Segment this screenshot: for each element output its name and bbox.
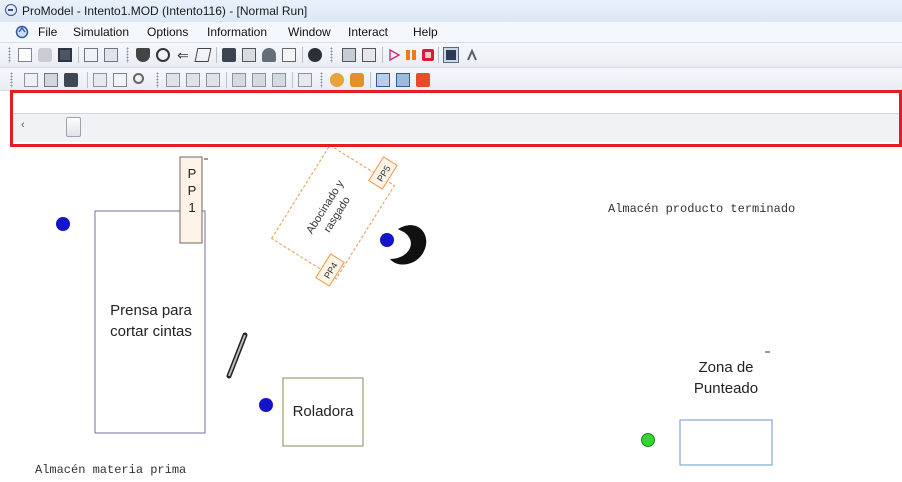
- path-network-icon[interactable]: ⇐: [176, 48, 190, 62]
- window-title: ProModel - Intento1.MOD (Intento116) - […: [22, 4, 308, 18]
- layout-tool-1-icon[interactable]: [166, 73, 180, 87]
- pp1-letter: P: [187, 183, 197, 198]
- menu-simulation[interactable]: Simulation: [73, 25, 129, 39]
- save-icon[interactable]: [58, 48, 72, 62]
- edit-view-icon[interactable]: [113, 73, 127, 87]
- menu-interact[interactable]: Interact: [348, 25, 388, 39]
- grid-icon[interactable]: [24, 73, 38, 87]
- processing-icon[interactable]: [222, 48, 236, 62]
- toolbar-grip[interactable]: [320, 72, 323, 88]
- info-icon[interactable]: [308, 48, 322, 62]
- debug-icon[interactable]: [330, 73, 344, 87]
- main-toolbar: ⇐: [0, 43, 902, 68]
- entity-blue-3[interactable]: [259, 398, 273, 412]
- entity-green[interactable]: [641, 433, 655, 447]
- toolbar-grip[interactable]: [156, 72, 159, 88]
- operator-icon[interactable]: [390, 225, 427, 265]
- pp1-label: P P 1: [187, 165, 197, 216]
- menu-options[interactable]: Options: [147, 25, 188, 39]
- window-titlebar: ProModel - Intento1.MOD (Intento116) - […: [0, 0, 902, 22]
- almacen-producto-terminado-label: Almacén producto terminado: [608, 202, 796, 216]
- pp1-letter: 1: [188, 200, 196, 215]
- entity-blue-2[interactable]: [380, 233, 394, 247]
- step-icon[interactable]: [376, 73, 390, 87]
- stop-trace-icon[interactable]: [416, 73, 430, 87]
- merge-icon[interactable]: [84, 48, 98, 62]
- roladora-label: Roladora: [292, 403, 354, 420]
- entity-blue-1[interactable]: [56, 217, 70, 231]
- attributes-icon[interactable]: [262, 48, 276, 62]
- toolbar-grip[interactable]: [330, 47, 333, 63]
- run-options-icon[interactable]: [342, 48, 356, 62]
- promodel-app-icon[interactable]: [5, 4, 17, 16]
- layout-tool-2-icon[interactable]: [186, 73, 200, 87]
- menu-window[interactable]: Window: [288, 25, 331, 39]
- toolbar-separator: [87, 72, 88, 88]
- red-highlight-box: [10, 90, 902, 147]
- run-icon[interactable]: [387, 48, 401, 62]
- output-icon[interactable]: [396, 73, 410, 87]
- stop-icon[interactable]: [421, 48, 435, 62]
- toolbar-separator: [302, 47, 303, 63]
- group-icon[interactable]: [298, 73, 312, 87]
- view-icon[interactable]: [93, 73, 107, 87]
- pause-icon[interactable]: [404, 48, 418, 62]
- model-views-icon[interactable]: [362, 48, 376, 62]
- menu-information[interactable]: Information: [207, 25, 267, 39]
- new-file-icon[interactable]: [18, 48, 32, 62]
- toolbar-separator: [78, 47, 79, 63]
- system-menu-icon[interactable]: [15, 25, 29, 39]
- animation-toggle-icon[interactable]: [443, 47, 459, 63]
- arrivals-icon[interactable]: [242, 48, 256, 62]
- locations-icon[interactable]: [136, 48, 150, 62]
- layout-settings-icon[interactable]: [64, 73, 78, 87]
- zona-punteado-location[interactable]: [679, 419, 773, 466]
- background-icon[interactable]: [44, 73, 58, 87]
- align-right-icon[interactable]: [272, 73, 286, 87]
- zona-punteado-label: Zona de Punteado: [693, 359, 759, 397]
- layout-tool-3-icon[interactable]: [206, 73, 220, 87]
- toolbar-separator: [438, 47, 439, 63]
- toolbar-grip[interactable]: [126, 47, 129, 63]
- trace-icon[interactable]: [350, 73, 364, 87]
- toolbar-grip[interactable]: [10, 72, 13, 88]
- toolbar-separator: [382, 47, 383, 63]
- layout-toolbar: [0, 68, 902, 91]
- resources-icon[interactable]: [194, 48, 212, 62]
- pp1-letter: P: [187, 166, 197, 181]
- toolbar-separator: [216, 47, 217, 63]
- almacen-materia-prima-label: Almacén materia prima: [35, 463, 187, 477]
- prensa-label: Prensa para cortar cintas: [110, 302, 192, 340]
- entities-icon[interactable]: [156, 48, 170, 62]
- open-model-icon[interactable]: [38, 48, 52, 62]
- menu-help[interactable]: Help: [413, 25, 438, 39]
- toolbar-grip[interactable]: [8, 47, 11, 63]
- align-center-icon[interactable]: [252, 73, 266, 87]
- conveyor-segment-highlight: [228, 334, 246, 377]
- menu-file[interactable]: File: [38, 25, 57, 39]
- align-left-icon[interactable]: [232, 73, 246, 87]
- zoom-icon[interactable]: [133, 73, 144, 84]
- copy-model-icon[interactable]: [104, 48, 118, 62]
- toolbar-separator: [226, 72, 227, 88]
- variables-icon[interactable]: [282, 48, 296, 62]
- toolbar-separator: [292, 72, 293, 88]
- menu-bar: File Simulation Options Information Wind…: [0, 22, 902, 43]
- speed-icon[interactable]: [466, 48, 480, 62]
- toolbar-separator: [370, 72, 371, 88]
